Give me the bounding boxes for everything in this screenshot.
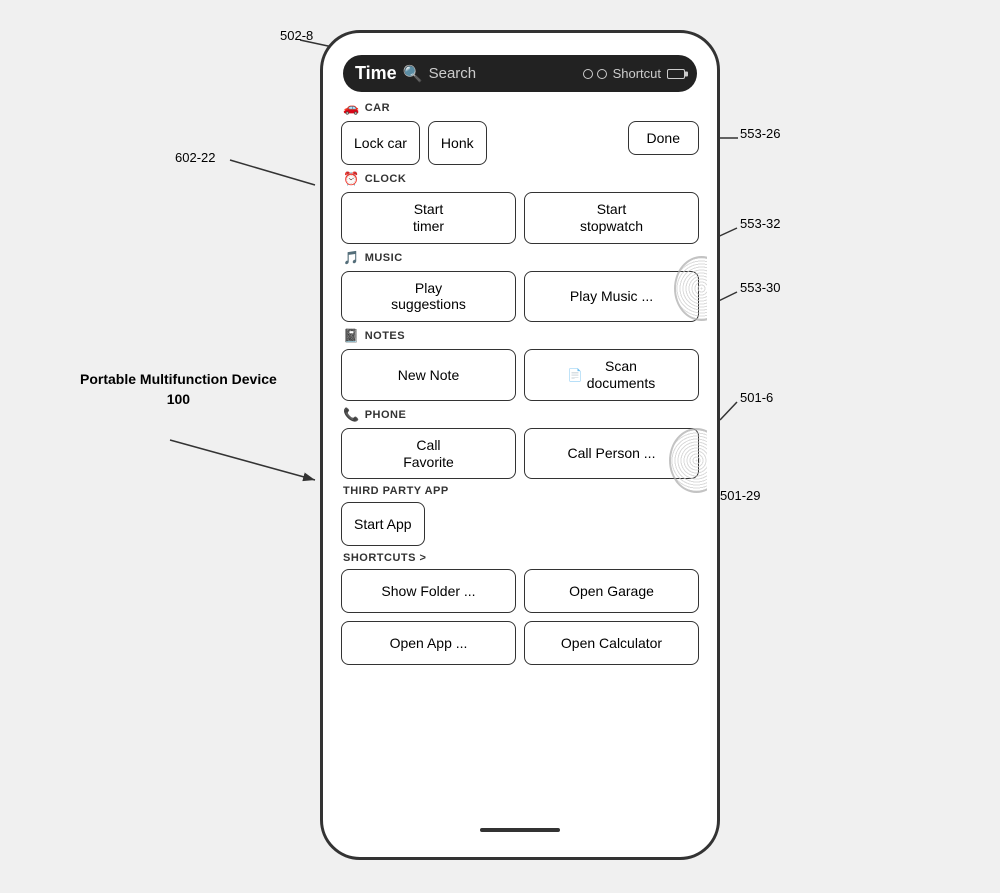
- search-icon: 🔍: [403, 64, 423, 84]
- clock-label: CLOCK: [365, 173, 407, 185]
- play-suggestions-button[interactable]: Playsuggestions: [341, 271, 516, 323]
- lock-car-button[interactable]: Lock car: [341, 121, 420, 165]
- clock-section: ⏰ CLOCK Starttimer Startstopwatch: [341, 171, 699, 244]
- open-garage-button[interactable]: Open Garage: [524, 569, 699, 613]
- annotation-553-32: 553-32: [740, 216, 780, 231]
- third-party-label: THIRD PARTY APP: [343, 485, 449, 497]
- shortcuts-section: SHORTCUTS > Show Folder ... Open Garage …: [341, 552, 699, 665]
- search-bar-placeholder: Search: [429, 65, 577, 82]
- car-section: 🚗 CAR Lock car Honk Done: [341, 100, 699, 165]
- notes-section: 📓 NOTES New Note 📄 Scandocuments: [341, 328, 699, 401]
- clock-section-header: ⏰ CLOCK: [341, 171, 699, 187]
- search-bar[interactable]: Time 🔍 Search Shortcut: [343, 55, 697, 92]
- search-bar-dots: [583, 69, 607, 79]
- music-buttons-row: Playsuggestions Play Music ...: [341, 271, 699, 323]
- phone-device: Time 🔍 Search Shortcut 🚗 CAR: [320, 30, 720, 860]
- volume-up-button[interactable]: [320, 173, 323, 208]
- annotation-device: Portable Multifunction Device 100: [80, 370, 277, 409]
- annotation-553-26: 553-26: [740, 126, 780, 141]
- scan-documents-button[interactable]: 📄 Scandocuments: [524, 349, 699, 401]
- start-timer-button[interactable]: Starttimer: [341, 192, 516, 244]
- phone-label: PHONE: [365, 409, 407, 421]
- notes-buttons-row: New Note 📄 Scandocuments: [341, 349, 699, 401]
- power-button[interactable]: [717, 193, 720, 248]
- honk-button[interactable]: Honk: [428, 121, 487, 165]
- open-calculator-button[interactable]: Open Calculator: [524, 621, 699, 665]
- annotation-501-6: 501-6: [740, 390, 773, 405]
- battery-icon: [667, 69, 685, 79]
- scan-icon: 📄: [568, 368, 583, 382]
- diagram-container: 502-8 602-22 Portable Multifunction Devi…: [0, 0, 1000, 893]
- music-icon: 🎵: [343, 250, 360, 266]
- shortcuts-label: SHORTCUTS >: [343, 552, 426, 564]
- notes-section-header: 📓 NOTES: [341, 328, 699, 344]
- annotation-602: 602-22: [175, 150, 215, 165]
- annotation-553-30: 553-30: [740, 280, 780, 295]
- third-party-buttons-row: Start App: [341, 502, 699, 546]
- volume-down-button[interactable]: [320, 223, 323, 258]
- music-section: 🎵 MUSIC Playsuggestions Play Music ...: [341, 250, 699, 323]
- third-party-section: THIRD PARTY APP Start App: [341, 485, 699, 546]
- content-area: 🚗 CAR Lock car Honk Done ⏰ CLOCK: [333, 100, 707, 844]
- shortcut-label: Shortcut: [613, 66, 661, 81]
- start-stopwatch-button[interactable]: Startstopwatch: [524, 192, 699, 244]
- phone-section: 📞 PHONE CallFavorite Call Person ...: [341, 407, 699, 480]
- dot-2: [597, 69, 607, 79]
- shortcuts-row-1: Show Folder ... Open Garage: [341, 569, 699, 613]
- new-note-button[interactable]: New Note: [341, 349, 516, 401]
- phone-screen: Time 🔍 Search Shortcut 🚗 CAR: [333, 43, 707, 847]
- phone-buttons-row: CallFavorite Call Person ...: [341, 428, 699, 480]
- scan-doc-label: Scandocuments: [587, 358, 655, 392]
- play-music-button[interactable]: Play Music ...: [524, 271, 699, 323]
- done-button[interactable]: Done: [628, 121, 699, 155]
- notes-icon: 📓: [343, 328, 360, 344]
- home-indicator[interactable]: [480, 828, 560, 832]
- music-label: MUSIC: [365, 252, 403, 264]
- open-app-button[interactable]: Open App ...: [341, 621, 516, 665]
- car-buttons-row: Lock car Honk Done: [341, 121, 699, 165]
- third-party-section-header: THIRD PARTY APP: [341, 485, 699, 497]
- call-favorite-button[interactable]: CallFavorite: [341, 428, 516, 480]
- annotation-501-29: 501-29: [720, 488, 760, 503]
- music-section-header: 🎵 MUSIC: [341, 250, 699, 266]
- phone-section-header: 📞 PHONE: [341, 407, 699, 423]
- car-section-header: 🚗 CAR: [341, 100, 699, 116]
- notes-label: NOTES: [365, 330, 405, 342]
- car-label: CAR: [365, 102, 390, 114]
- start-app-button[interactable]: Start App: [341, 502, 425, 546]
- clock-buttons-row: Starttimer Startstopwatch: [341, 192, 699, 244]
- annotation-502: 502-8: [280, 28, 313, 43]
- phone-icon: 📞: [343, 407, 360, 423]
- shortcuts-section-header: SHORTCUTS >: [341, 552, 699, 564]
- dot-1: [583, 69, 593, 79]
- clock-icon: ⏰: [343, 171, 360, 187]
- search-bar-title: Time: [355, 63, 397, 84]
- show-folder-button[interactable]: Show Folder ...: [341, 569, 516, 613]
- car-icon: 🚗: [343, 100, 360, 116]
- shortcuts-row-2: Open App ... Open Calculator: [341, 621, 699, 665]
